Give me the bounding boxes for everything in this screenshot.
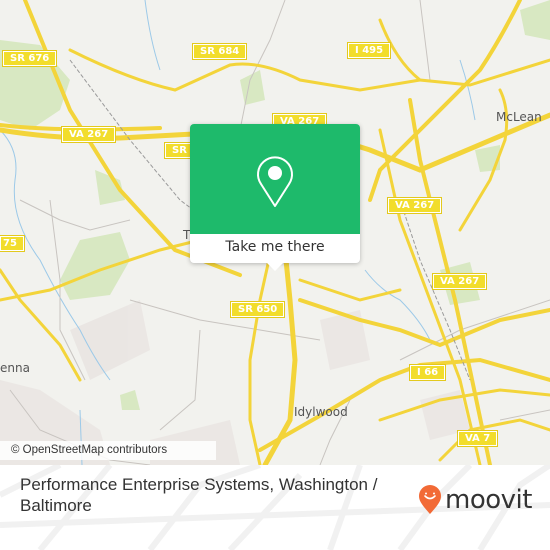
road-shield: VA 267 xyxy=(431,273,488,290)
place-label-vienna: enna xyxy=(0,361,30,375)
destination-popup: Take me there xyxy=(190,124,360,271)
road-shield: SR 684 xyxy=(191,43,248,60)
place-label-idylwood: Idylwood xyxy=(294,405,348,419)
moovit-pin-icon xyxy=(419,485,441,514)
moovit-logo[interactable]: moovit xyxy=(418,485,532,515)
popup-pointer xyxy=(267,263,283,271)
moovit-wordmark: moovit xyxy=(445,485,532,515)
popup-header xyxy=(190,124,360,234)
take-me-there-button[interactable]: Take me there xyxy=(190,234,360,263)
road-shield: SR 676 xyxy=(1,50,58,67)
map-pin-icon xyxy=(257,156,293,207)
road-shield: I 66 xyxy=(408,364,447,381)
road-shield: SR 650 xyxy=(229,301,286,318)
road-shield: I 495 xyxy=(346,42,392,59)
road-shield: 75 xyxy=(0,235,25,252)
location-title: Performance Enterprise Systems, Washingt… xyxy=(20,475,378,515)
road-shield: VA 267 xyxy=(60,126,117,143)
road-shield: VA 267 xyxy=(386,197,443,214)
map-attribution[interactable]: © OpenStreetMap contributors xyxy=(0,441,216,460)
map[interactable]: SR 676 SR 684 I 495 VA 267 VA 267 SR VA … xyxy=(0,0,550,465)
place-label-mclean: McLean xyxy=(496,110,542,124)
footer: Performance Enterprise Systems, Washingt… xyxy=(0,465,550,550)
road-shield: VA 7 xyxy=(456,430,499,447)
